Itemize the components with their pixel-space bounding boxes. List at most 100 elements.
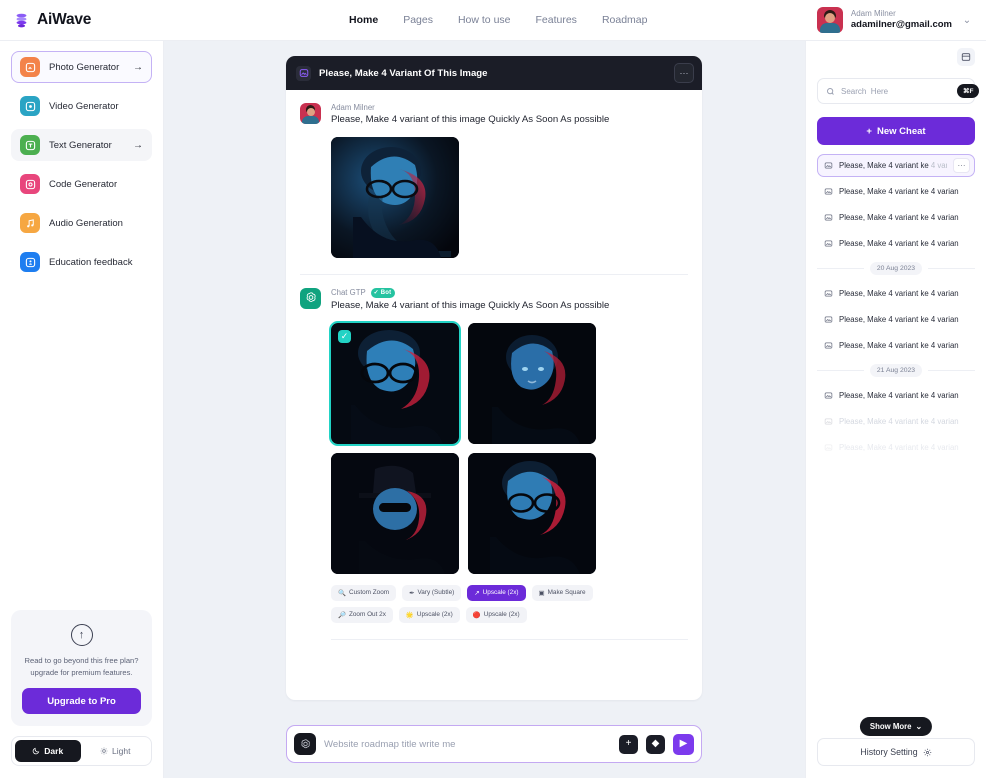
image-icon [296, 65, 311, 81]
image-icon [824, 316, 833, 323]
chat-messages[interactable]: Adam Milner Please, Make 4 variant of th… [286, 90, 702, 700]
square-icon: ▣ [538, 589, 545, 597]
history-item-active[interactable]: Please, Make 4 variant ke 4 variant ··· [817, 154, 975, 177]
avatar [300, 103, 321, 124]
chevron-down-icon[interactable]: ⌄ [960, 15, 974, 26]
chip-label: Upscale (2x) [483, 611, 520, 619]
history-item[interactable]: Please, Make 4 variant ke 4 varian [817, 384, 975, 407]
image-icon [824, 240, 833, 247]
nav-features[interactable]: Features [536, 14, 577, 26]
history-item[interactable]: Please, Make 4 variant ke 4 varian [817, 206, 975, 229]
image-icon [824, 418, 833, 425]
variant-image-3[interactable] [331, 452, 459, 574]
history-item-label: Please, Make 4 variant ke 4 varian [839, 443, 959, 452]
user-menu[interactable]: Adam Milner adamilner@gmail.com ⌄ [816, 7, 986, 33]
attach-button[interactable]: + [619, 734, 638, 754]
upgrade-to-pro-button[interactable]: Upgrade to Pro [22, 688, 141, 714]
action-chips: 🔍 Custom Zoom ✒ Vary (Subtle) ↗ Upscale … [331, 584, 611, 623]
source-image[interactable] [331, 136, 459, 258]
variant-3-portrait-hat [331, 452, 459, 574]
history-list: Please, Make 4 variant ke 4 variant ··· … [817, 154, 975, 738]
history-item[interactable]: Please, Make 4 variant ke 4 varian [817, 334, 975, 357]
audio-icon [20, 213, 40, 233]
variant-4-portrait [468, 452, 596, 574]
message-body: Chat GTP ✓ Bot Please, Make 4 variant of… [329, 287, 688, 640]
magnifier-icon: 🔍 [338, 589, 346, 597]
message-author: Adam Milner [331, 103, 375, 112]
chip-upscale-2x-c[interactable]: 🔴 Upscale (2x) [465, 606, 527, 623]
nav-pages[interactable]: Pages [403, 14, 433, 26]
composer-input[interactable] [324, 738, 611, 750]
chip-label: Make Square [547, 589, 586, 597]
history-setting-button[interactable]: History Setting [817, 738, 975, 766]
sidebar-item-label: Code Generator [49, 178, 118, 190]
chat-title: Please, Make 4 Variant Of This Image [319, 67, 488, 79]
history-item[interactable]: Please, Make 4 variant ke 4 varian [817, 282, 975, 305]
nav-roadmap[interactable]: Roadmap [602, 14, 648, 26]
variant-image-2[interactable] [468, 322, 596, 444]
variant-image-1[interactable]: ✓ [329, 320, 461, 446]
sidebar-item-code-generator[interactable]: Code Generator [11, 168, 152, 200]
chip-label: Upscale (2x) [416, 611, 453, 619]
variant-image-grid: ✓ [329, 320, 688, 574]
chip-vary-subtle[interactable]: ✒ Vary (Subtle) [402, 584, 462, 601]
chip-make-square[interactable]: ▣ Make Square [531, 584, 593, 601]
main-canvas: Please, Make 4 Variant Of This Image ···… [164, 41, 805, 778]
theme-toggle: Dark Light [11, 736, 152, 766]
search-box[interactable]: ⌘F [817, 78, 980, 104]
sidebar-item-text-generator[interactable]: Text Generator → [11, 129, 152, 161]
chip-upscale-2x-primary[interactable]: ↗ Upscale (2x) [467, 584, 526, 601]
image-icon [824, 188, 833, 195]
sidebar-item-label: Audio Generation [49, 217, 123, 229]
image-icon [824, 444, 833, 451]
sidebar-item-label: Video Generator [49, 100, 119, 112]
history-item[interactable]: Please, Make 4 variant ke 4 varian [817, 180, 975, 203]
sidebar-item-photo-generator[interactable]: Photo Generator → [11, 51, 152, 83]
chip-zoom-out-2x[interactable]: 🔎 Zoom Out 2x [331, 606, 393, 623]
check-icon[interactable]: ✓ [338, 329, 351, 343]
user-email: adamilner@gmail.com [850, 19, 952, 31]
show-more-label: Show More [869, 722, 912, 731]
theme-dark-button[interactable]: Dark [15, 740, 81, 762]
send-button[interactable]: ▶ [673, 733, 694, 755]
show-more-button[interactable]: Show More ⌄ [859, 717, 933, 736]
theme-light-button[interactable]: Light [83, 740, 149, 762]
history-item[interactable]: Please, Make 4 variant ke 4 varian [817, 232, 975, 255]
history-item-label: Please, Make 4 variant ke 4 varian [839, 239, 959, 248]
search-input[interactable] [841, 86, 951, 96]
brand[interactable]: AiWave [0, 11, 164, 29]
user-name: Adam Milner [850, 9, 896, 19]
top-bar: AiWave Home Pages How to use Features Ro… [0, 0, 986, 41]
chip-label: Upscale (2x) [482, 589, 519, 597]
education-icon [20, 252, 40, 272]
chip-upscale-2x-b[interactable]: 🌟 Upscale (2x) [398, 606, 460, 623]
variant-image-4[interactable] [468, 452, 596, 574]
message-author: Chat GTP [331, 288, 366, 298]
chatgpt-icon[interactable] [294, 733, 316, 755]
enhance-button[interactable]: ◆ [646, 734, 665, 754]
sidebar-item-education-feedback[interactable]: Education feedback [11, 246, 152, 278]
chip-label: Zoom Out 2x [348, 611, 386, 619]
sidebar-item-audio-generation[interactable]: Audio Generation [11, 207, 152, 239]
nav-how-to-use[interactable]: How to use [458, 14, 511, 26]
history-item[interactable]: Please, Make 4 variant ke 4 varian [817, 410, 975, 433]
nav-home[interactable]: Home [349, 14, 378, 26]
upgrade-description: Read to go beyond this free plan? upgrad… [24, 656, 139, 677]
history-item[interactable]: Please, Make 4 variant ke 4 varian [817, 308, 975, 331]
layout-panel-icon[interactable] [957, 48, 975, 66]
code-icon [20, 174, 40, 194]
new-cheat-button[interactable]: + New Cheat [817, 117, 975, 145]
chip-custom-zoom[interactable]: 🔍 Custom Zoom [331, 584, 397, 601]
chat-menu-button[interactable]: ··· [674, 63, 694, 83]
history-item[interactable]: Please, Make 4 variant ke 4 varian [817, 436, 975, 459]
message-divider [331, 638, 688, 640]
portrait-blue-red-glasses [331, 136, 459, 258]
right-sidebar: ⌘F + New Cheat Please, Make 4 variant ke… [805, 41, 986, 778]
avatar [816, 7, 843, 33]
history-item-menu-button[interactable]: ··· [953, 158, 970, 173]
sidebar-item-video-generator[interactable]: Video Generator [11, 90, 152, 122]
gear-icon [923, 748, 931, 756]
chatgpt-avatar-icon [300, 287, 321, 309]
body: Photo Generator → Video Generator Text G… [0, 41, 986, 778]
variant-2-portrait [468, 322, 596, 444]
